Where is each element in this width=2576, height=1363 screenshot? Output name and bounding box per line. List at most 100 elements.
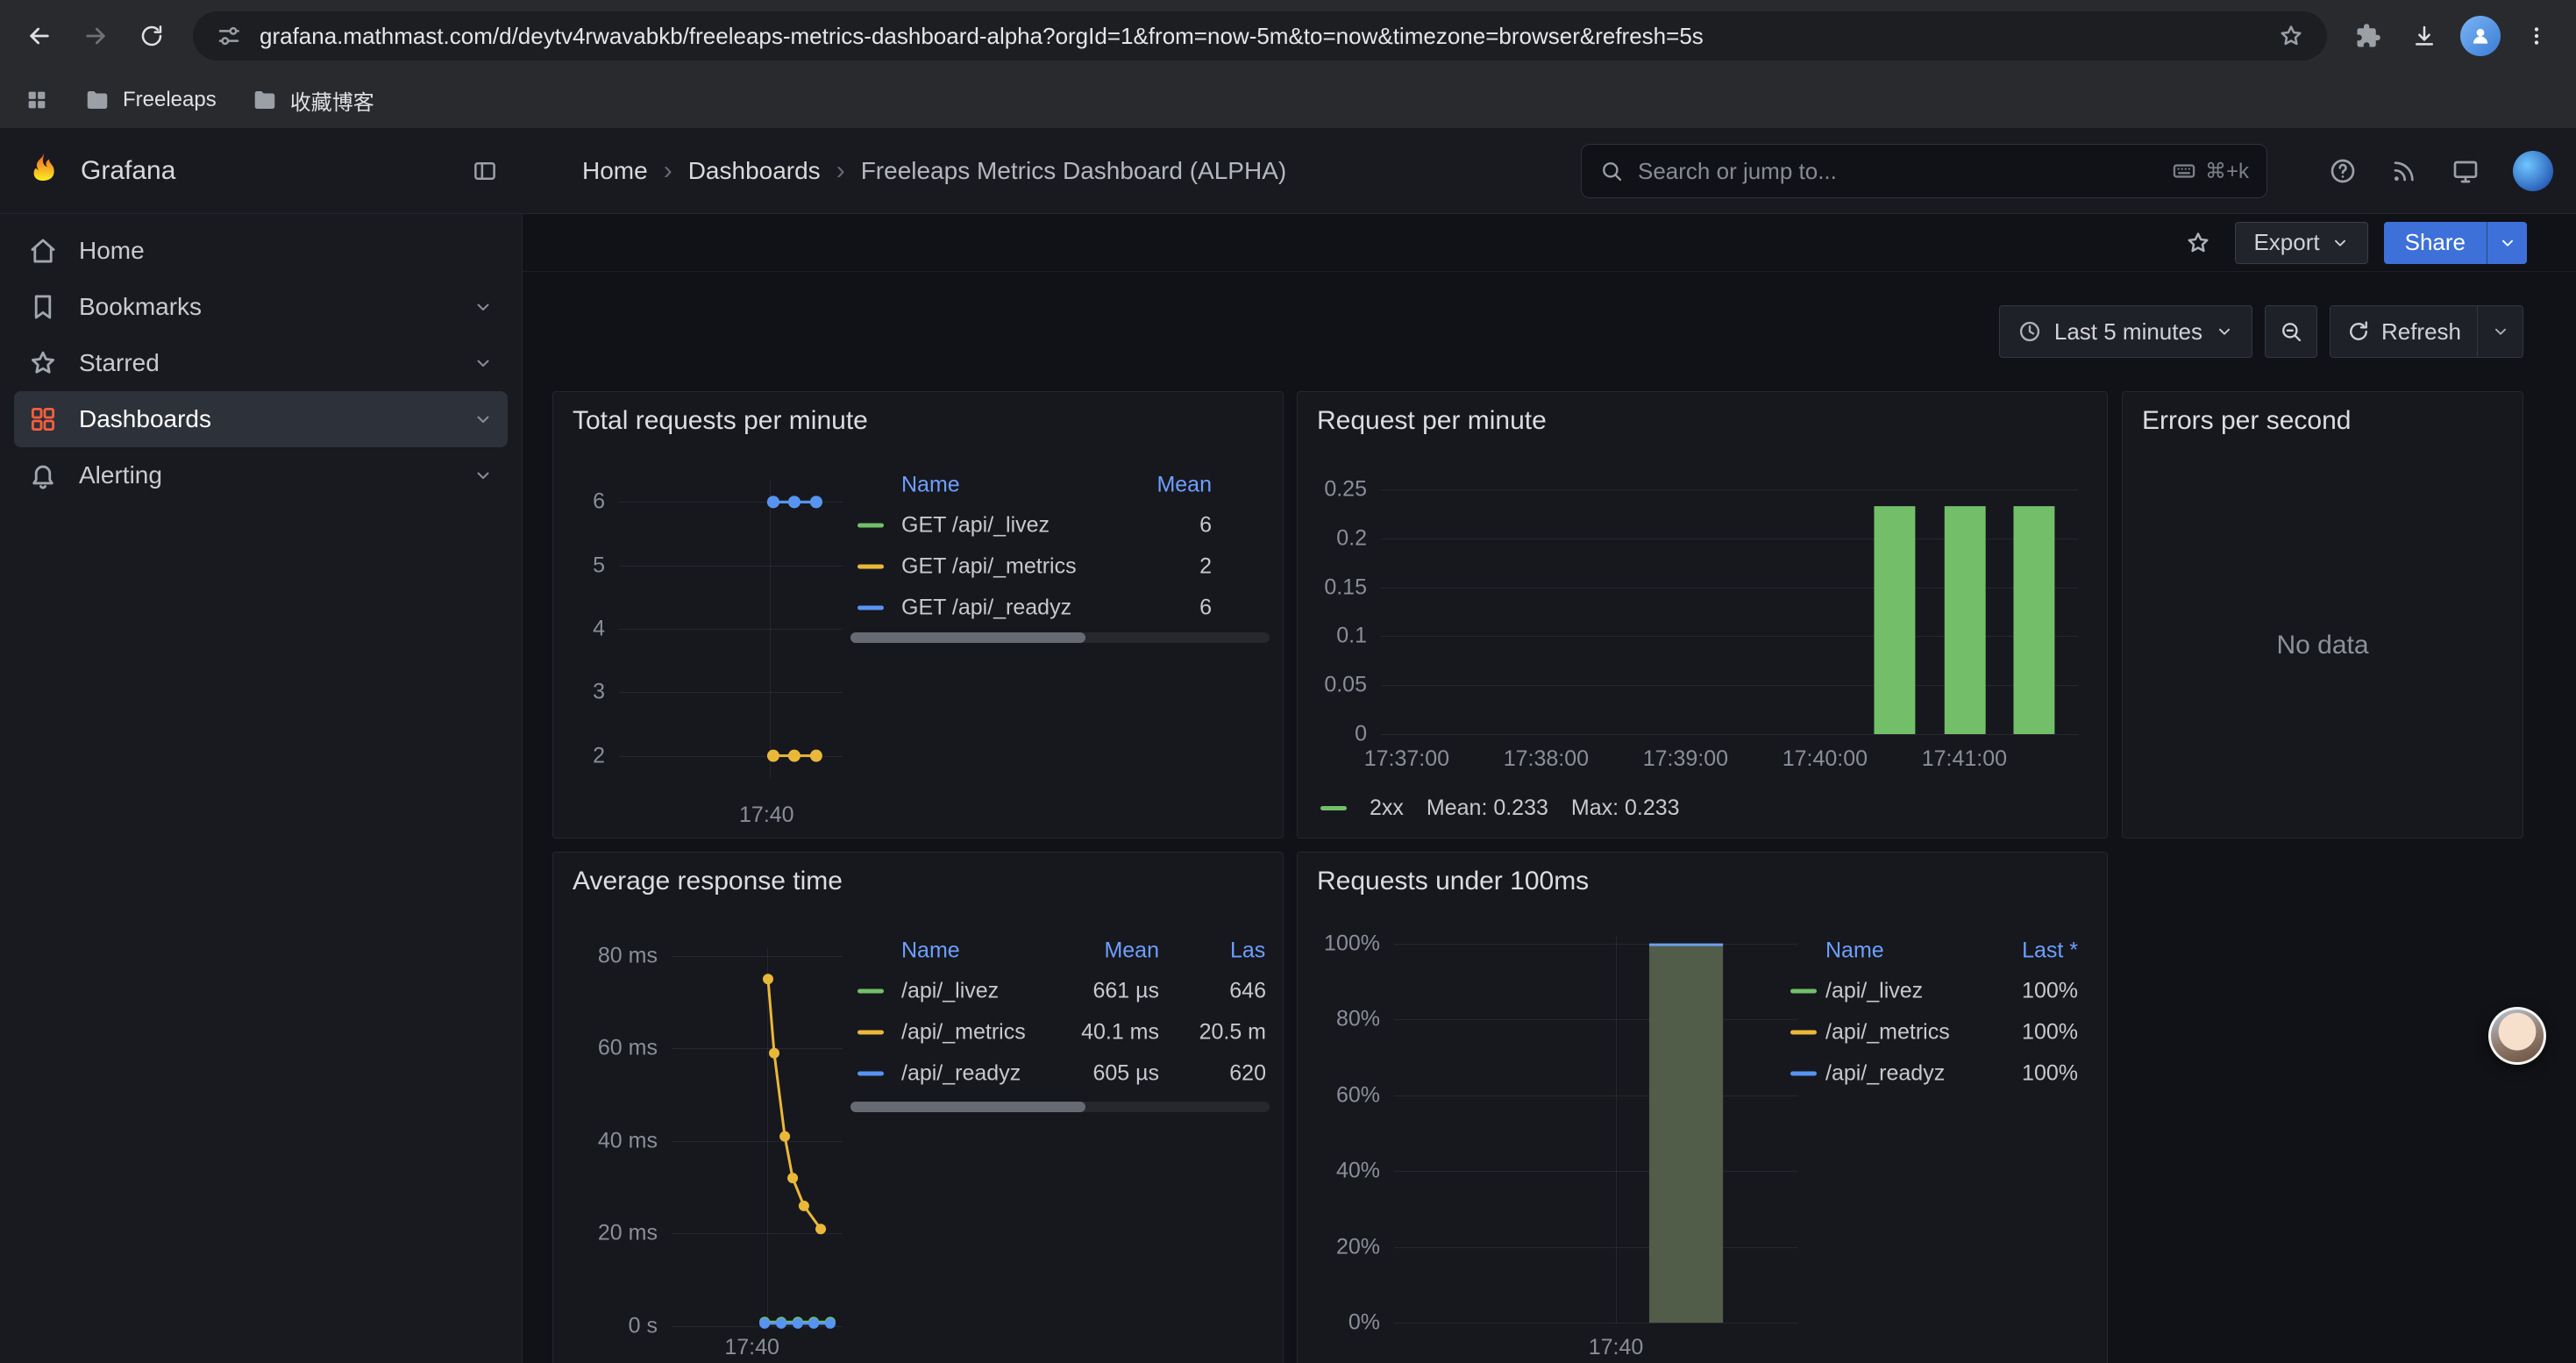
y-axis-label: 0 bbox=[1272, 722, 1367, 747]
folder-icon bbox=[84, 87, 110, 113]
user-avatar[interactable] bbox=[2513, 151, 2553, 191]
series-value: 100% bbox=[1783, 1060, 2078, 1086]
breadcrumb-separator: › bbox=[836, 156, 845, 186]
gridline bbox=[1394, 1323, 1797, 1324]
x-axis-label: 17:37:00 bbox=[1364, 746, 1449, 772]
breadcrumb: Home › Dashboards › Freeleaps Metrics Da… bbox=[582, 156, 1286, 186]
legend-row[interactable]: /api/_readyz100% bbox=[1783, 1053, 2081, 1094]
apps-icon bbox=[28, 404, 58, 434]
reload-button[interactable] bbox=[126, 11, 177, 61]
legend-row[interactable]: GET /api/_livez6 bbox=[850, 504, 1270, 546]
grafana-logo-icon[interactable] bbox=[25, 150, 61, 191]
breadcrumb-home[interactable]: Home bbox=[582, 157, 648, 185]
legend-column-header[interactable]: Las bbox=[1230, 938, 1265, 964]
search-shortcut: ⌘+k bbox=[2172, 159, 2249, 184]
legend-row[interactable]: /api/_metrics100% bbox=[1783, 1011, 2081, 1053]
panel-title[interactable]: Total requests per minute bbox=[573, 406, 868, 436]
search-bar[interactable]: ⌘+k bbox=[1581, 144, 2267, 198]
help-icon[interactable] bbox=[2329, 157, 2357, 185]
sidebar-item-bookmarks[interactable]: Bookmarks bbox=[14, 279, 508, 335]
legend-scrollbar[interactable] bbox=[850, 632, 1270, 643]
y-axis-label: 2 bbox=[523, 743, 605, 768]
y-axis-label: 6 bbox=[523, 489, 605, 515]
forward-button[interactable] bbox=[70, 11, 121, 61]
chart-plot[interactable] bbox=[1381, 480, 2078, 734]
browser-profile-avatar[interactable] bbox=[2455, 11, 2506, 61]
series-value: 620 bbox=[850, 1060, 1266, 1086]
back-button[interactable] bbox=[14, 11, 65, 61]
legend-row[interactable]: /api/_readyz605 µs620 bbox=[850, 1053, 1270, 1094]
apps-grid-icon[interactable] bbox=[25, 88, 49, 112]
series-stat: Mean: 0.233 bbox=[1427, 796, 1548, 821]
chevron-down-icon[interactable] bbox=[473, 296, 494, 318]
extensions-icon[interactable] bbox=[2343, 11, 2394, 61]
chart-plot[interactable] bbox=[619, 480, 843, 778]
breadcrumb-dashboards[interactable]: Dashboards bbox=[688, 157, 821, 185]
kiosk-monitor-icon[interactable] bbox=[2451, 157, 2480, 185]
zoom-out-button[interactable] bbox=[2265, 305, 2317, 358]
chart-plot[interactable] bbox=[672, 949, 843, 1326]
sidebar-item-starred[interactable]: Starred bbox=[14, 335, 508, 391]
series-stat: Max: 0.233 bbox=[1571, 796, 1680, 821]
series-value: 2 bbox=[850, 553, 1212, 579]
news-rss-icon[interactable] bbox=[2390, 157, 2418, 185]
time-range-picker[interactable]: Last 5 minutes bbox=[1999, 305, 2252, 358]
export-button[interactable]: Export bbox=[2235, 222, 2367, 264]
sidebar-item-label: Starred bbox=[79, 349, 160, 377]
favorite-star-icon[interactable] bbox=[2177, 222, 2219, 264]
scrollbar-thumb[interactable] bbox=[850, 1102, 1085, 1112]
x-axis-label: 17:40 bbox=[724, 1335, 779, 1360]
sidebar-item-alerting[interactable]: Alerting bbox=[14, 447, 508, 503]
browser-menu-kebab-icon[interactable] bbox=[2511, 11, 2562, 61]
time-controls: Last 5 minutes Refresh bbox=[1999, 305, 2523, 358]
legend-row[interactable]: /api/_livez100% bbox=[1783, 970, 2081, 1011]
clock-icon bbox=[2017, 319, 2042, 344]
legend-row[interactable]: /api/_metrics40.1 ms20.5 m bbox=[850, 1011, 1270, 1053]
legend-scrollbar[interactable] bbox=[850, 1102, 1270, 1112]
chevron-down-icon[interactable] bbox=[473, 353, 494, 374]
url-bar[interactable]: grafana.mathmast.com/d/deytv4rwavabkb/fr… bbox=[193, 11, 2327, 61]
share-caret-button[interactable] bbox=[2487, 222, 2527, 264]
panel-title[interactable]: Request per minute bbox=[1317, 406, 1547, 436]
x-axis-label: 17:39:00 bbox=[1643, 746, 1728, 772]
y-axis-label: 0% bbox=[1285, 1310, 1380, 1336]
panel-errors-per-second: Errors per secondNo data bbox=[2122, 391, 2523, 838]
series-color-swatch bbox=[1320, 806, 1347, 810]
grafana-header: Grafana Home › Dashboards › Freeleaps Me… bbox=[0, 128, 2576, 214]
bookmark-star-icon[interactable] bbox=[2278, 23, 2304, 49]
legend-column-header[interactable]: Last * bbox=[1783, 938, 2078, 964]
legend-table: NameMeanGET /api/_livez6GET /api/_metric… bbox=[850, 466, 1270, 628]
legend-row[interactable]: GET /api/_metrics2 bbox=[850, 546, 1270, 587]
panel-title[interactable]: Requests under 100ms bbox=[1317, 867, 1589, 896]
downloads-icon[interactable] bbox=[2399, 11, 2450, 61]
sidebar-collapse-icon[interactable] bbox=[472, 158, 498, 184]
legend[interactable]: 2xx Mean: 0.233 Max: 0.233 bbox=[1320, 796, 1680, 821]
assistant-avatar-bubble[interactable] bbox=[2488, 1007, 2546, 1065]
panel-title[interactable]: Errors per second bbox=[2142, 406, 2351, 436]
x-axis-label: 17:38:00 bbox=[1504, 746, 1589, 772]
sidebar-item-home[interactable]: Home bbox=[14, 223, 508, 279]
legend-column-header[interactable]: Mean bbox=[850, 473, 1212, 498]
search-input[interactable] bbox=[1638, 158, 2158, 185]
x-axis-label: 17:40:00 bbox=[1783, 746, 1868, 772]
refresh-interval-caret[interactable] bbox=[2477, 306, 2523, 357]
url-text[interactable]: grafana.mathmast.com/d/deytv4rwavabkb/fr… bbox=[260, 23, 2260, 50]
chevron-down-icon[interactable] bbox=[473, 465, 494, 486]
panel-requests-under-100ms: Requests under 100ms100%80%60%40%20%0%17… bbox=[1297, 852, 2108, 1363]
share-button[interactable]: Share bbox=[2384, 222, 2487, 264]
bookmark-folder-freeleaps[interactable]: Freeleaps bbox=[84, 87, 217, 113]
chevron-down-icon[interactable] bbox=[473, 409, 494, 430]
scrollbar-thumb[interactable] bbox=[850, 632, 1085, 643]
panel-title[interactable]: Average response time bbox=[573, 867, 843, 896]
legend-row[interactable]: GET /api/_readyz6 bbox=[850, 587, 1270, 628]
y-axis-label: 0.15 bbox=[1272, 574, 1367, 600]
legend-column-header[interactable]: Mean bbox=[850, 938, 1159, 964]
series-name[interactable]: 2xx bbox=[1370, 796, 1404, 821]
bookmark-folder-blogs[interactable]: 收藏博客 bbox=[252, 85, 374, 116]
site-settings-icon[interactable] bbox=[216, 23, 242, 49]
y-axis-label: 60% bbox=[1285, 1082, 1380, 1108]
legend-row[interactable]: /api/_livez661 µs646 bbox=[850, 970, 1270, 1011]
sidebar-item-dashboards[interactable]: Dashboards bbox=[14, 391, 508, 447]
refresh-button[interactable]: Refresh bbox=[2330, 306, 2477, 357]
chart-plot[interactable] bbox=[1394, 936, 1797, 1323]
